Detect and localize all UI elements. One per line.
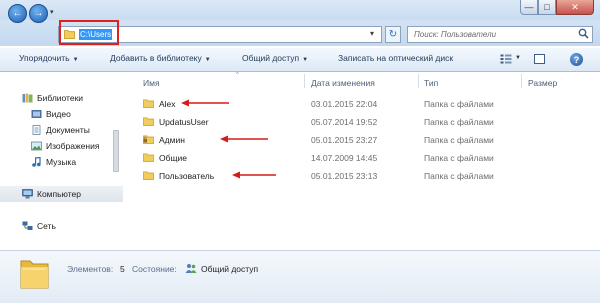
annotation-highlight-box [59, 20, 119, 45]
documents-icon [32, 125, 41, 135]
search-placeholder: Поиск: Пользователи [414, 30, 497, 39]
share-label: Общий доступ [242, 53, 300, 63]
address-dropdown-button[interactable]: ▾ [370, 29, 374, 38]
refresh-button[interactable]: ↻ [385, 26, 401, 43]
sort-indicator-icon: ^ [236, 72, 239, 78]
sidebar-item-network[interactable]: Сеть [22, 221, 56, 231]
column-divider[interactable] [304, 74, 305, 88]
shared-users-icon [185, 264, 197, 273]
preview-pane-icon[interactable] [534, 54, 545, 64]
title-bar [0, 0, 600, 20]
help-button[interactable]: ? [570, 53, 583, 66]
file-name: Alex [159, 98, 176, 109]
search-icon[interactable] [578, 28, 589, 39]
file-name: Пользователь [159, 170, 215, 181]
organize-button[interactable]: Упорядочить ▼ [19, 53, 79, 63]
large-folder-icon [20, 260, 49, 289]
annotation-arrow-icon [220, 135, 268, 143]
file-name: Админ [159, 134, 185, 145]
back-arrow-icon: ← [12, 8, 23, 19]
help-icon: ? [573, 54, 580, 65]
sidebar-item-label: Изображения [46, 141, 100, 151]
file-type: Папка с файлами [424, 171, 494, 181]
column-divider[interactable] [418, 74, 419, 88]
libraries-icon [22, 93, 33, 103]
music-icon [32, 157, 41, 167]
sidebar-item-label: Компьютер [37, 189, 81, 199]
file-date: 05.01.2015 23:27 [311, 135, 378, 145]
column-header-date[interactable]: Дата изменения [311, 78, 375, 88]
minimize-button[interactable]: — [520, 0, 538, 15]
sidebar-item-computer[interactable]: Компьютер [0, 186, 123, 202]
maximize-icon: □ [544, 2, 550, 12]
images-icon [31, 141, 42, 151]
annotation-arrow-icon [181, 99, 229, 107]
file-row[interactable]: Alex [143, 97, 176, 110]
add-to-library-label: Добавить в библиотеку [110, 53, 202, 63]
maximize-button[interactable]: □ [538, 0, 556, 15]
computer-icon [22, 189, 33, 199]
locked-folder-icon [143, 135, 154, 144]
folder-icon [143, 117, 154, 126]
file-type: Папка с файлами [424, 99, 494, 109]
sidebar-item-libraries[interactable]: Библиотеки [22, 93, 83, 103]
folder-icon [143, 153, 154, 162]
file-date: 14.07.2009 14:45 [311, 153, 378, 163]
close-icon: ✕ [571, 1, 579, 12]
item-count-value: 5 [120, 264, 125, 274]
sidebar-item-label: Документы [46, 125, 90, 135]
folder-icon [143, 99, 154, 108]
file-row[interactable]: Админ [143, 133, 185, 146]
burn-disc-button[interactable]: Записать на оптический диск [338, 53, 453, 63]
sidebar-item-label: Видео [46, 109, 71, 119]
item-count-label: Элементов: [67, 264, 114, 274]
annotation-arrow-icon [232, 171, 276, 179]
file-type: Папка с файлами [424, 135, 494, 145]
file-type: Папка с файлами [424, 117, 494, 127]
column-header-type[interactable]: Тип [424, 78, 438, 88]
back-button[interactable]: ← [8, 4, 27, 23]
video-icon [31, 110, 42, 118]
sidebar-item-label: Библиотеки [37, 93, 84, 103]
view-dropdown-caret-icon[interactable]: ▼ [515, 55, 521, 61]
dropdown-caret-icon: ▼ [72, 57, 79, 63]
pane-splitter-handle[interactable] [113, 130, 119, 172]
sidebar-item-label: Сеть [37, 221, 56, 231]
file-name: UpdatusUser [159, 116, 209, 127]
refresh-icon: ↻ [388, 29, 398, 40]
recent-pages-dropdown[interactable]: ▾ [50, 9, 56, 16]
organize-label: Упорядочить [19, 53, 70, 63]
details-pane [0, 250, 600, 303]
folder-icon [143, 171, 154, 180]
dropdown-caret-icon: ▼ [302, 57, 309, 63]
sidebar-item-documents[interactable]: Документы [31, 125, 90, 135]
forward-button[interactable]: → [29, 4, 48, 23]
network-icon [22, 221, 33, 230]
sidebar-item-music[interactable]: Музыка [31, 157, 76, 167]
file-type: Папка с файлами [424, 153, 494, 163]
column-divider[interactable] [521, 74, 522, 88]
forward-arrow-icon: → [33, 8, 44, 19]
column-header-name[interactable]: Имя [143, 78, 160, 88]
view-options-icon[interactable] [500, 54, 512, 64]
minimize-icon: — [524, 2, 534, 12]
file-row[interactable]: UpdatusUser [143, 115, 209, 128]
file-row[interactable]: Общие [143, 151, 187, 164]
state-label: Состояние: [132, 264, 177, 274]
sidebar-item-video[interactable]: Видео [31, 109, 71, 119]
add-to-library-button[interactable]: Добавить в библиотеку ▼ [110, 53, 211, 63]
close-button[interactable]: ✕ [556, 0, 594, 15]
file-date: 05.07.2014 19:52 [311, 117, 378, 127]
file-name: Общие [159, 152, 187, 163]
share-button[interactable]: Общий доступ ▼ [242, 53, 308, 63]
state-value: Общий доступ [201, 264, 259, 274]
dropdown-caret-icon: ▼ [204, 57, 211, 63]
column-header-size[interactable]: Размер [528, 78, 557, 88]
sidebar-item-images[interactable]: Изображения [31, 141, 99, 151]
file-date: 03.01.2015 22:04 [311, 99, 378, 109]
file-date: 05.01.2015 23:13 [311, 171, 378, 181]
file-row[interactable]: Пользователь [143, 169, 214, 182]
sidebar-item-label: Музыка [46, 157, 77, 167]
